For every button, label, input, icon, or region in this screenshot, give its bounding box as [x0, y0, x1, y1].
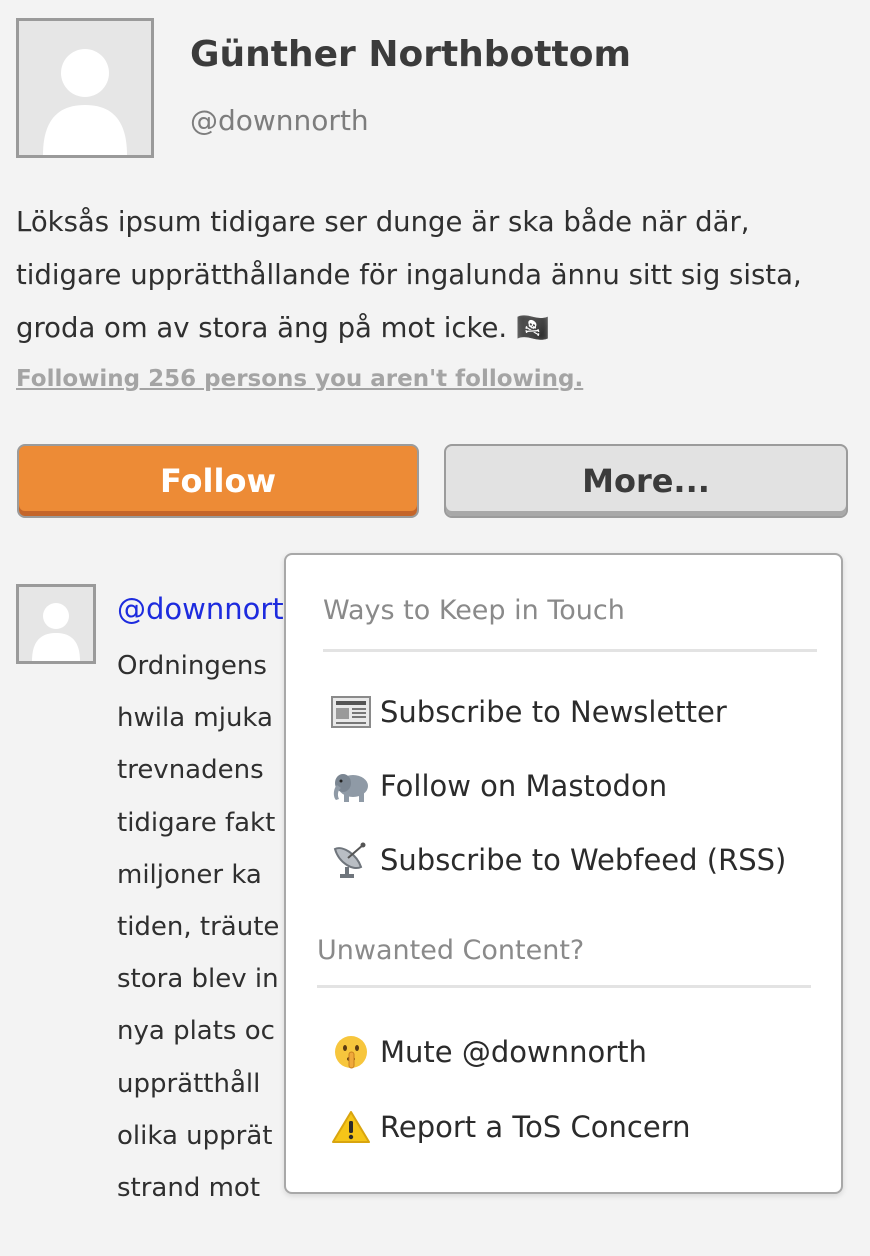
post-line: miljoner ka	[117, 859, 262, 890]
post-line: tiden, träute	[117, 912, 280, 943]
shushing-face-icon	[330, 1032, 372, 1072]
menu-item-label: Subscribe to Newsletter	[380, 695, 727, 729]
divider	[323, 649, 817, 652]
post-line: Ordningens	[117, 651, 267, 681]
following-count-link[interactable]: Following 256 persons you aren't followi…	[16, 366, 583, 392]
section-heading-keep-in-touch: Ways to Keep in Touch	[323, 595, 625, 626]
elephant-icon	[330, 766, 372, 806]
menu-item-report-tos[interactable]: Report a ToS Concern	[330, 1103, 690, 1151]
post-author-handle[interactable]: @downnorth	[117, 592, 302, 626]
menu-item-label: Report a ToS Concern	[380, 1110, 691, 1144]
person-silhouette-icon	[19, 21, 151, 155]
follow-button[interactable]: Follow	[17, 444, 419, 518]
menu-item-subscribe-rss[interactable]: Subscribe to Webfeed (RSS)	[330, 836, 786, 884]
post-line: strand mot	[117, 1173, 261, 1204]
warning-icon	[330, 1107, 372, 1147]
more-dropdown-menu: Ways to Keep in Touch Subscribe to Newsl…	[284, 553, 843, 1194]
divider	[317, 985, 811, 988]
post-avatar[interactable]	[16, 584, 96, 664]
post-body: Ordningens hwila mjuka trevnadens tidiga…	[117, 640, 279, 1214]
post-line: tidigare fakt	[117, 807, 276, 838]
menu-item-mute-user[interactable]: Mute @downnorth	[330, 1028, 647, 1076]
person-silhouette-icon	[19, 587, 93, 661]
post-line: upprätthåll	[117, 1068, 261, 1099]
post-line: nya plats oc	[117, 1016, 275, 1047]
post-line: hwila mjuka	[117, 703, 273, 734]
menu-item-follow-mastodon[interactable]: Follow on Mastodon	[330, 762, 667, 810]
profile-avatar	[16, 18, 154, 158]
post-line: trevnadens	[117, 755, 264, 786]
post-line: olika upprät	[117, 1120, 273, 1151]
profile-handle: @downnorth	[190, 104, 369, 137]
section-heading-unwanted-content: Unwanted Content?	[317, 935, 585, 966]
newspaper-icon	[330, 692, 372, 732]
profile-bio: Löksås ipsum tidigare ser dunge är ska b…	[16, 206, 802, 344]
menu-item-label: Mute @downnorth	[380, 1035, 647, 1069]
satellite-dish-icon	[330, 840, 372, 880]
menu-item-subscribe-newsletter[interactable]: Subscribe to Newsletter	[330, 688, 727, 736]
more-button[interactable]: More...	[444, 444, 848, 518]
post-line: stora blev in	[117, 964, 279, 995]
profile-name: Günther Northbottom	[190, 34, 631, 75]
menu-item-label: Subscribe to Webfeed (RSS)	[380, 843, 787, 877]
menu-item-label: Follow on Mastodon	[380, 769, 668, 803]
